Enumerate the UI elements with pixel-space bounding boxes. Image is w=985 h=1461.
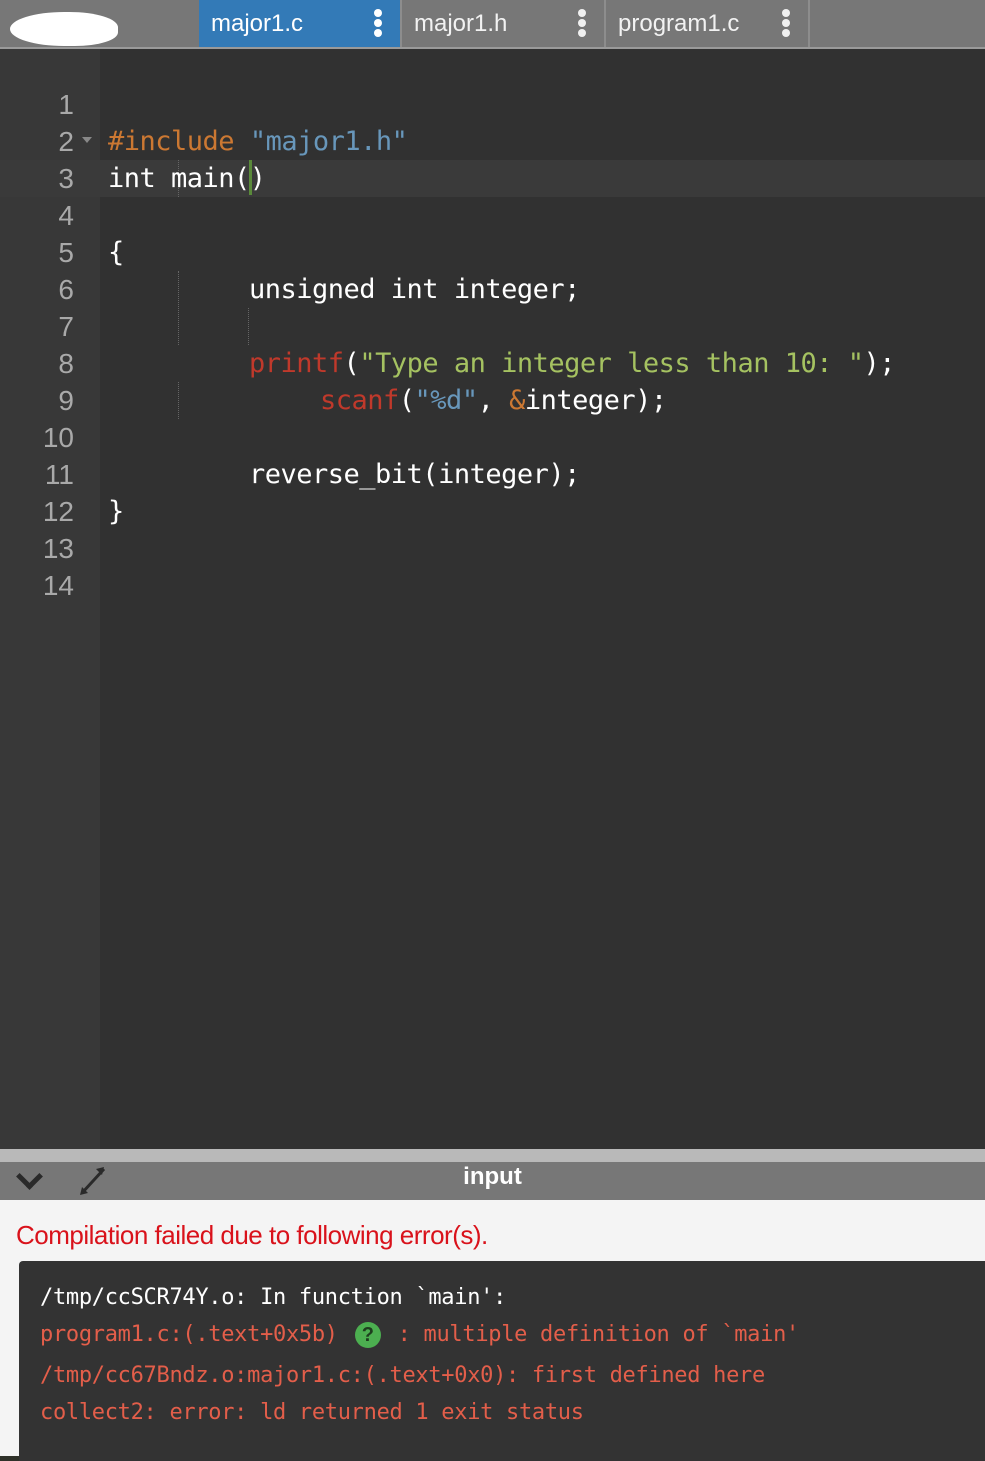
console-line: /tmp/ccSCR74Y.o: In function `main': [40,1285,507,1310]
io-panel-header: input [0,1162,985,1200]
code-line: 5 unsigned int integer; [0,197,985,305]
help-icon[interactable]: ? [354,1322,381,1348]
code-editor[interactable]: 1 #include "major1.h" 2 int main() 3 { 4… [0,49,985,1149]
code-line: 4 [0,160,985,231]
code-line: 13 [0,493,985,564]
code-line: 14 [0,530,985,601]
fold-arrow-icon[interactable] [82,137,92,143]
tab-bar: major1.c major1.h program1.c [0,0,985,49]
error-message: : multiple definition of `main' [397,1322,800,1347]
panel-title[interactable]: input [0,1162,985,1192]
line-number: 14 [42,570,74,601]
tab-label: major1.c [211,9,304,37]
redacted-logo [10,12,118,46]
console-output: /tmp/ccSCR74Y.o: In function `main': pro… [19,1261,985,1461]
tab-major1-h[interactable]: major1.h [402,0,606,47]
tab-menu-icon[interactable] [782,9,790,37]
console-line: collect2: error: ld returned 1 exit stat… [40,1400,584,1425]
code-line: 3 { [0,123,985,268]
code-line: 6 [0,234,985,305]
code-line: 8 scanf("%d", &integer); [0,308,985,416]
error-location: program1.c:(.text+0x5b) [40,1322,338,1347]
tab-program1-c[interactable]: program1.c [606,0,810,47]
tab-menu-icon[interactable] [374,9,382,37]
code-line: 7 printf("Type an integer less than 10: … [0,271,985,379]
code-line: 12 [0,456,985,527]
output-panel: Compilation failed due to following erro… [0,1200,985,1461]
code-line: 11 } [0,419,985,527]
tab-menu-icon[interactable] [578,9,586,37]
compilation-status: Compilation failed due to following erro… [16,1220,488,1250]
code-line: 2 int main() [0,86,985,194]
tab-label: major1.h [414,9,508,37]
panel-resize-handle[interactable] [0,1149,985,1162]
code-line: 1 #include "major1.h" [0,49,985,157]
console-line: /tmp/cc67Bndz.o:major1.c:(.text+0x0): fi… [40,1363,765,1388]
tab-major1-c[interactable]: major1.c [199,0,402,47]
tab-label: program1.c [618,9,740,37]
console-line: program1.c:(.text+0x5b) ? : multiple def… [40,1322,799,1348]
code-line: 10 reverse_bit(integer); [0,382,985,490]
code-line: 9 [0,345,985,416]
